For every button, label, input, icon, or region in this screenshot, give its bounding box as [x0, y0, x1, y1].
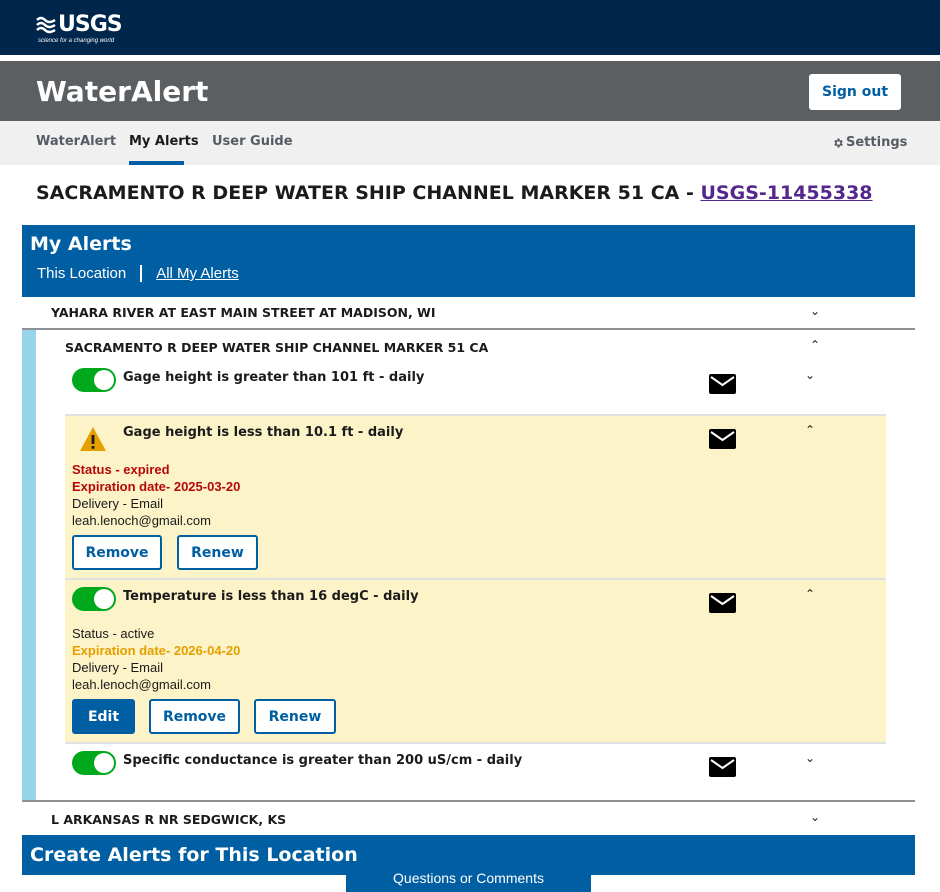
- alert-item: Gage height is less than 10.1 ft - daily…: [65, 414, 886, 578]
- divider: [65, 742, 886, 744]
- site-number-link[interactable]: USGS-11455338: [700, 182, 872, 204]
- page-title: SACRAMENTO R DEEP WATER SHIP CHANNEL MAR…: [36, 182, 873, 204]
- nav-item-my-alerts[interactable]: My Alerts: [129, 134, 199, 149]
- site-name: YAHARA RIVER AT EAST MAIN STREET AT MADI…: [51, 305, 436, 320]
- my-alerts-tabs: This Location All My Alerts: [37, 265, 239, 282]
- settings-label: Settings: [846, 135, 908, 150]
- site-row[interactable]: YAHARA RIVER AT EAST MAIN STREET AT MADI…: [22, 297, 915, 329]
- divider: [65, 578, 886, 580]
- chevron-up-icon[interactable]: ⌃: [805, 423, 815, 437]
- warning-triangle-icon: [80, 427, 106, 451]
- alert-email: leah.lenoch@gmail.com: [72, 677, 211, 692]
- alert-status: Status - expired: [72, 462, 170, 477]
- alert-details: Status - expired Expiration date- 2025-0…: [72, 461, 240, 529]
- alert-delivery: Delivery - Email: [72, 496, 164, 511]
- chevron-down-icon[interactable]: ⌄: [805, 751, 815, 765]
- alert-toggle[interactable]: [72, 587, 116, 611]
- alert-details: Status - active Expiration date- 2026-04…: [72, 625, 240, 693]
- main-nav: WaterAlert My Alerts User Guide Settings: [0, 121, 940, 165]
- alert-item: Specific conductance is greater than 200…: [65, 742, 886, 798]
- renew-button[interactable]: Renew: [177, 535, 258, 570]
- usgs-logo[interactable]: USGS science for a changing world: [36, 12, 123, 44]
- alert-title: Specific conductance is greater than 200…: [123, 753, 523, 768]
- divider: [65, 414, 886, 416]
- alert-title: Temperature is less than 16 degC - daily: [123, 589, 419, 604]
- usgs-header: USGS science for a changing world: [0, 0, 940, 58]
- alert-item: Temperature is less than 16 degC - daily…: [65, 578, 886, 742]
- alert-toggle[interactable]: [72, 751, 116, 775]
- alert-email: leah.lenoch@gmail.com: [72, 513, 211, 528]
- edit-button[interactable]: Edit: [72, 699, 135, 734]
- alert-expiration: Expiration date- 2026-04-20: [72, 643, 241, 658]
- alert-title: Gage height is greater than 101 ft - dai…: [123, 370, 425, 385]
- site-name: L ARKANSAS R NR SEDGWICK, KS: [51, 812, 287, 827]
- chevron-up-icon[interactable]: ⌃: [810, 338, 820, 352]
- expanded-accent-bar: [22, 330, 36, 800]
- chevron-down-icon[interactable]: ⌄: [810, 810, 820, 824]
- tab-all-my-alerts[interactable]: All My Alerts: [142, 265, 239, 282]
- tab-this-location[interactable]: This Location: [37, 265, 143, 282]
- site-row[interactable]: L ARKANSAS R NR SEDGWICK, KS ⌄: [22, 802, 915, 832]
- usgs-waves-icon: [36, 16, 56, 33]
- alert-expiration: Expiration date- 2025-03-20: [72, 479, 241, 494]
- active-nav-indicator: [129, 161, 184, 165]
- chevron-up-icon[interactable]: ⌃: [805, 587, 815, 601]
- alert-delivery: Delivery - Email: [72, 660, 164, 675]
- app-title[interactable]: WaterAlert: [36, 75, 208, 108]
- remove-button[interactable]: Remove: [72, 535, 162, 570]
- my-alerts-title: My Alerts: [30, 233, 132, 255]
- usgs-logo-text: USGS: [58, 12, 123, 37]
- envelope-icon: [709, 593, 736, 613]
- settings-link[interactable]: Settings: [832, 135, 907, 150]
- chevron-down-icon[interactable]: ⌄: [805, 368, 815, 382]
- my-alerts-header: My Alerts This Location All My Alerts: [22, 225, 915, 297]
- page-title-site-name: SACRAMENTO R DEEP WATER SHIP CHANNEL MAR…: [36, 182, 701, 204]
- chevron-down-icon[interactable]: ⌄: [810, 304, 820, 318]
- usgs-tagline: science for a changing world: [38, 38, 115, 44]
- alert-title: Gage height is less than 10.1 ft - daily: [123, 425, 404, 440]
- gear-icon: [834, 138, 843, 147]
- create-alerts-title: Create Alerts for This Location: [30, 844, 358, 866]
- site-name[interactable]: SACRAMENTO R DEEP WATER SHIP CHANNEL MAR…: [65, 340, 488, 355]
- questions-comments-button[interactable]: Questions or Comments: [346, 868, 591, 892]
- alert-status: Status - active: [72, 626, 155, 641]
- nav-item-user-guide[interactable]: User Guide: [212, 134, 293, 149]
- alert-item: Gage height is greater than 101 ft - dai…: [65, 360, 886, 414]
- app-bar: WaterAlert Sign out: [0, 61, 940, 121]
- remove-button[interactable]: Remove: [149, 699, 240, 734]
- sign-out-button[interactable]: Sign out: [809, 74, 901, 110]
- envelope-icon: [709, 429, 736, 449]
- envelope-icon: [709, 757, 736, 777]
- renew-button[interactable]: Renew: [254, 699, 336, 734]
- nav-item-wateralert[interactable]: WaterAlert: [36, 134, 116, 149]
- alert-toggle[interactable]: [72, 368, 116, 392]
- envelope-icon: [709, 374, 736, 394]
